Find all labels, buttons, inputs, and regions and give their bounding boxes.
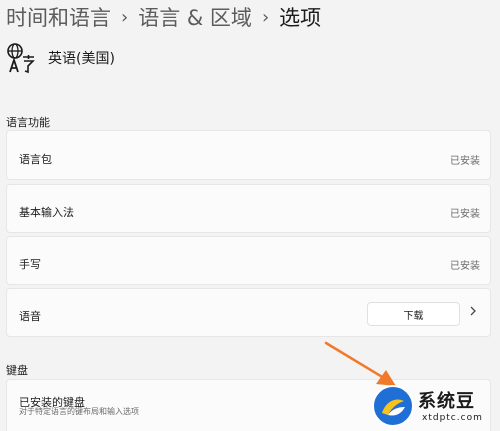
breadcrumb-language-region[interactable]: 语言 & 区域: [138, 2, 252, 34]
language-name: 英语(美国): [48, 51, 115, 67]
chevron-right-icon[interactable]: [470, 306, 476, 316]
breadcrumb-separator-icon: ›: [121, 7, 129, 28]
row-label: 语言包: [19, 153, 52, 166]
row-label: 基本输入法: [19, 206, 74, 219]
basic-input-row[interactable]: 基本输入法 已安装: [6, 184, 491, 233]
row-description: 对于特定语言的键布局和输入选项: [19, 407, 139, 416]
handwriting-row[interactable]: 手写 已安装: [6, 236, 491, 285]
download-button[interactable]: 下载: [367, 302, 460, 326]
row-label: 手写: [19, 258, 41, 271]
row-label: 语音: [19, 310, 41, 323]
speech-row[interactable]: 语音 下载: [6, 288, 491, 337]
watermark-badge-icon: [372, 385, 414, 427]
watermark-emblem-icon: [382, 399, 405, 416]
breadcrumb: 时间和语言 › 语言 & 区域 › 选项: [6, 2, 321, 34]
status-label: 已安装: [450, 261, 480, 272]
watermark-title: 系统豆: [418, 391, 475, 412]
status-label: 已安装: [450, 156, 480, 167]
language-globe-icon: [7, 43, 35, 74]
language-header: 英语(美国): [6, 42, 115, 74]
status-label: 已安装: [450, 209, 480, 220]
section-language-features: 语言功能: [6, 116, 50, 129]
page-title: 选项: [279, 6, 322, 30]
breadcrumb-separator-icon: ›: [261, 7, 270, 28]
breadcrumb-time-language[interactable]: 时间和语言: [6, 2, 111, 34]
watermark-logo: 系统豆 xtdptc.com: [370, 383, 500, 431]
section-keyboard: 键盘: [6, 364, 28, 377]
language-pack-row[interactable]: 语言包 已安装: [6, 130, 491, 180]
watermark-url: xtdptc.com: [422, 413, 483, 423]
